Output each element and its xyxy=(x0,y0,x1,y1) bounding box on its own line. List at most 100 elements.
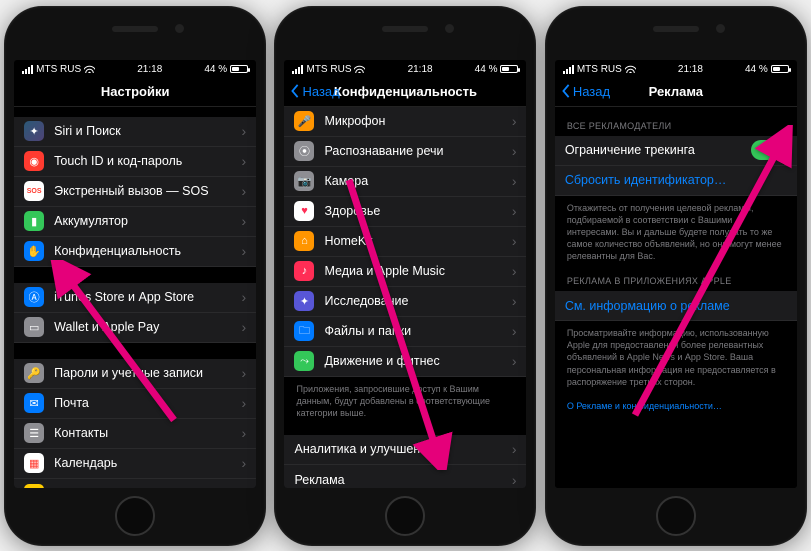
privacy-link[interactable]: О Рекламе и конфиденциальности… xyxy=(555,388,797,412)
files-icon: 🗀 xyxy=(294,321,314,341)
clock: 21:18 xyxy=(137,64,162,75)
back-label: Назад xyxy=(302,84,339,99)
list-item-label: Wallet и Apple Pay xyxy=(54,320,235,334)
wifi-icon xyxy=(84,65,95,73)
privacy-list[interactable]: 🎤 Микрофон › ⦿Распознавание речи›📷Камера›♥З… xyxy=(284,107,526,488)
carrier-label: MTS RUS xyxy=(306,64,351,75)
privacy-icon: ✋ xyxy=(24,241,44,261)
camera-icon: 📷 xyxy=(294,171,314,191)
back-button[interactable]: Назад xyxy=(290,84,339,99)
home-button[interactable] xyxy=(115,496,155,536)
list-item[interactable]: Реклама› xyxy=(284,465,526,488)
advertising-content[interactable]: ВСЕ РЕКЛАМОДАТЕЛИ Ограничение трекинга С… xyxy=(555,107,797,488)
phone-privacy: MTS RUS 21:18 44 % Назад Конфиденциально… xyxy=(274,6,536,546)
list-item-label: Пароли и учетные записи xyxy=(54,366,235,380)
back-label: Назад xyxy=(573,84,610,99)
list-item-label: Конфиденциальность xyxy=(54,244,235,258)
battery-pct: 44 % xyxy=(475,64,498,75)
home-button[interactable] xyxy=(385,496,425,536)
list-item[interactable]: ✦Исследование› xyxy=(284,287,526,317)
ad-info-row[interactable]: См. информацию о рекламе xyxy=(555,291,797,321)
list-item[interactable]: ▦Календарь› xyxy=(14,449,256,479)
touchid-icon: ◉ xyxy=(24,151,44,171)
reset-identifier-row[interactable]: Сбросить идентификатор… xyxy=(555,166,797,196)
battery-icon: ▮ xyxy=(24,211,44,231)
chevron-right-icon: › xyxy=(241,365,246,381)
battery-icon xyxy=(230,65,248,73)
list-item[interactable]: ▤Заметки› xyxy=(14,479,256,488)
wallet-icon: ▭ xyxy=(24,317,44,337)
list-item[interactable]: 🎤 Микрофон › xyxy=(284,107,526,137)
list-item-label: Siri и Поиск xyxy=(54,124,235,138)
notes-icon: ▤ xyxy=(24,484,44,488)
list-item-label: Контакты xyxy=(54,426,235,440)
list-item[interactable]: ◉ Touch ID и код-пароль › xyxy=(14,147,256,177)
chevron-right-icon: › xyxy=(512,233,517,249)
list-item[interactable]: ✦Siri и Поиск› xyxy=(14,117,256,147)
limit-tracking-row[interactable]: Ограничение трекинга xyxy=(555,136,797,166)
wifi-icon xyxy=(625,65,636,73)
contacts-icon: ☰ xyxy=(24,423,44,443)
page-title: Конфиденциальность xyxy=(334,84,477,99)
list-item[interactable]: ▮Аккумулятор› xyxy=(14,207,256,237)
screen: MTS RUS 21:18 44 % Настройки ✦Siri и Пои… xyxy=(14,60,256,488)
back-button[interactable]: Назад xyxy=(561,84,610,99)
chevron-right-icon: › xyxy=(241,455,246,471)
phone-advertising: MTS RUS 21:18 44 % Назад Реклама ВСЕ РЕК… xyxy=(545,6,807,546)
list-item[interactable]: ⤳Движение и фитнес› xyxy=(284,347,526,377)
siri-icon: ✦ xyxy=(24,121,44,141)
chevron-right-icon: › xyxy=(512,353,517,369)
chevron-right-icon: › xyxy=(512,263,517,279)
list-item-label: Календарь xyxy=(54,456,235,470)
list-item[interactable]: ✋ Конфиденциальность › xyxy=(14,237,256,267)
wifi-icon xyxy=(354,65,365,73)
list-item[interactable]: 🗀Файлы и папки› xyxy=(284,317,526,347)
appstore-icon: Ⓐ xyxy=(24,287,44,307)
list-item[interactable]: 📷Камера› xyxy=(284,167,526,197)
ad-info-label: См. информацию о рекламе xyxy=(565,299,787,313)
page-title: Реклама xyxy=(649,84,703,99)
signal-icon xyxy=(22,65,33,74)
research-icon: ✦ xyxy=(294,291,314,311)
list-item[interactable]: ⌂HomeKit› xyxy=(284,227,526,257)
list-item[interactable]: ⒶiTunes Store и App Store› xyxy=(14,283,256,313)
list-item-label: Аккумулятор xyxy=(54,214,235,228)
speech-icon: ⦿ xyxy=(294,141,314,161)
chevron-right-icon: › xyxy=(512,113,517,129)
list-item[interactable]: ✉Почта› xyxy=(14,389,256,419)
list-item-label: Микрофон xyxy=(324,114,505,128)
list-item[interactable]: ♥Здоровье› xyxy=(284,197,526,227)
list-item-label: Здоровье xyxy=(324,204,505,218)
list-item[interactable]: ▭ Wallet и Apple Pay › xyxy=(14,313,256,343)
home-button[interactable] xyxy=(656,496,696,536)
limit-tracking-toggle[interactable] xyxy=(751,140,787,160)
list-item[interactable]: 🔑Пароли и учетные записи› xyxy=(14,359,256,389)
chevron-right-icon: › xyxy=(241,319,246,335)
phone-settings: MTS RUS 21:18 44 % Настройки ✦Siri и Пои… xyxy=(4,6,266,546)
section-header: ВСЕ РЕКЛАМОДАТЕЛИ xyxy=(555,107,797,136)
signal-icon xyxy=(563,65,574,74)
chevron-right-icon: › xyxy=(241,395,246,411)
list-item[interactable]: ⦿Распознавание речи› xyxy=(284,137,526,167)
battery-pct: 44 % xyxy=(745,64,768,75)
status-bar: MTS RUS 21:18 44 % xyxy=(284,60,526,77)
list-item[interactable]: SOSЭкстренный вызов — SOS› xyxy=(14,177,256,207)
limit-tracking-label: Ограничение трекинга xyxy=(565,143,751,157)
settings-list[interactable]: ✦ Siri и Поиск › ◉ Touch ID и код-пароль › SOS… xyxy=(14,107,256,488)
list-item-label: iTunes Store и App Store xyxy=(54,290,235,304)
list-item[interactable]: ☰Контакты› xyxy=(14,419,256,449)
chevron-right-icon: › xyxy=(241,153,246,169)
chevron-right-icon: › xyxy=(241,243,246,259)
clock: 21:18 xyxy=(678,64,703,75)
nav-bar: Назад Реклама xyxy=(555,77,797,107)
mail-icon: ✉ xyxy=(24,393,44,413)
list-item-label: Touch ID и код-пароль xyxy=(54,154,235,168)
list-item[interactable]: Аналитика и улучшения› xyxy=(284,435,526,465)
media-icon: ♪ xyxy=(294,261,314,281)
list-item[interactable]: ♪Медиа и Apple Music› xyxy=(284,257,526,287)
microphone-icon: 🎤 xyxy=(294,111,314,131)
carrier-label: MTS RUS xyxy=(36,64,81,75)
status-bar: MTS RUS 21:18 44 % xyxy=(555,60,797,77)
list-item-label: Заметки xyxy=(54,487,235,488)
chevron-right-icon: › xyxy=(512,472,517,488)
